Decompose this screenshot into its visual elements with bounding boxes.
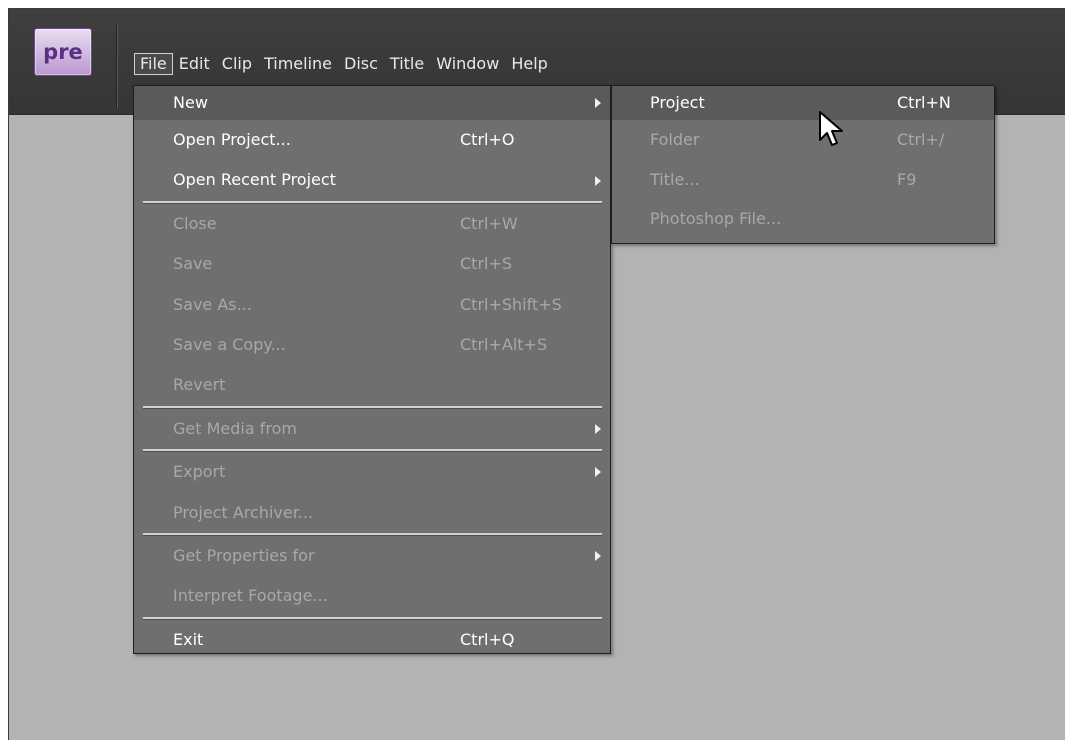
menu-disc[interactable]: Disc xyxy=(338,53,384,75)
menu-file[interactable]: File xyxy=(134,53,173,75)
menu-item-shortcut: Ctrl+S xyxy=(460,254,513,274)
menu-item-label: Export xyxy=(173,462,226,482)
menu-item-label: Save a Copy... xyxy=(173,334,286,354)
triangle-right-icon xyxy=(595,175,601,186)
menu-timeline[interactable]: Timeline xyxy=(258,53,338,75)
menu-item-label: Save xyxy=(173,254,213,274)
menu-clip[interactable]: Clip xyxy=(216,53,258,75)
menu-item-label: Title... xyxy=(650,169,700,189)
menu-item-label: Project xyxy=(650,93,705,112)
menu-item-shortcut: Ctrl+/ xyxy=(897,130,945,149)
menu-item-save-a-copy: Save a Copy... Ctrl+Alt+S xyxy=(134,325,610,365)
menu-item-get-media-from: Get Media from xyxy=(134,409,610,449)
menu-item-interpret-footage: Interpret Footage... xyxy=(134,576,610,616)
menu-item-label: Close xyxy=(173,213,217,233)
menu-item-open-recent-project[interactable]: Open Recent Project xyxy=(134,160,610,200)
menu-item-open-project[interactable]: Open Project... Ctrl+O xyxy=(134,120,610,160)
submenu-item-project[interactable]: Project Ctrl+N xyxy=(612,86,994,120)
file-menu-dropdown: New Open Project... Ctrl+O Open Recent P… xyxy=(133,85,611,654)
submenu-item-title: Title... F9 xyxy=(612,160,994,200)
menu-item-shortcut: F9 xyxy=(897,169,917,189)
menu-item-export: Export xyxy=(134,452,610,492)
menu-item-label: Get Media from xyxy=(173,418,297,438)
menu-item-label: Folder xyxy=(650,130,700,149)
menu-window[interactable]: Window xyxy=(430,53,505,75)
menu-item-save-as: Save As... Ctrl+Shift+S xyxy=(134,285,610,325)
menu-item-shortcut: Ctrl+Alt+S xyxy=(460,334,548,354)
menu-item-close: Close Ctrl+W xyxy=(134,204,610,244)
triangle-right-icon xyxy=(595,551,601,562)
menu-item-label: Revert xyxy=(173,375,226,395)
new-submenu-dropdown: Project Ctrl+N Folder Ctrl+/ Title... F9… xyxy=(611,85,995,244)
submenu-item-folder: Folder Ctrl+/ xyxy=(612,120,994,160)
menu-item-label: Photoshop File... xyxy=(650,209,782,228)
submenu-item-photoshop-file: Photoshop File... xyxy=(612,199,994,239)
menu-item-shortcut: Ctrl+W xyxy=(460,213,518,233)
triangle-right-icon xyxy=(595,467,601,478)
menu-edit[interactable]: Edit xyxy=(173,53,216,75)
triangle-right-icon xyxy=(595,423,601,434)
menu-item-shortcut: Ctrl+N xyxy=(897,93,951,112)
menu-help[interactable]: Help xyxy=(505,53,553,75)
menu-item-project-archiver: Project Archiver... xyxy=(134,493,610,533)
menu-item-label: Save As... xyxy=(173,294,252,314)
menu-item-shortcut: Ctrl+Shift+S xyxy=(460,294,562,314)
menu-item-revert: Revert xyxy=(134,365,610,405)
mouse-pointer-icon xyxy=(819,111,843,146)
triangle-right-icon xyxy=(595,98,601,108)
app-logo: pre xyxy=(34,28,92,76)
menu-item-label: Interpret Footage... xyxy=(173,586,328,606)
menu-bar: File Edit Clip Timeline Disc Title Windo… xyxy=(134,51,554,77)
menu-item-exit[interactable]: Exit Ctrl+Q xyxy=(134,620,610,660)
menu-item-label: Open Recent Project xyxy=(173,170,336,190)
menu-item-label: Project Archiver... xyxy=(173,502,314,522)
menu-item-label: Exit xyxy=(173,629,204,649)
menu-item-label: New xyxy=(173,93,208,112)
menu-item-get-properties-for: Get Properties for xyxy=(134,536,610,576)
divider xyxy=(116,25,118,109)
menu-item-new[interactable]: New xyxy=(134,86,610,120)
menu-item-label: Open Project... xyxy=(173,130,291,149)
menu-title[interactable]: Title xyxy=(384,53,430,75)
menu-item-shortcut: Ctrl+O xyxy=(460,130,515,149)
menu-item-shortcut: Ctrl+Q xyxy=(460,629,515,649)
menu-item-save: Save Ctrl+S xyxy=(134,244,610,284)
menu-item-label: Get Properties for xyxy=(173,545,315,565)
